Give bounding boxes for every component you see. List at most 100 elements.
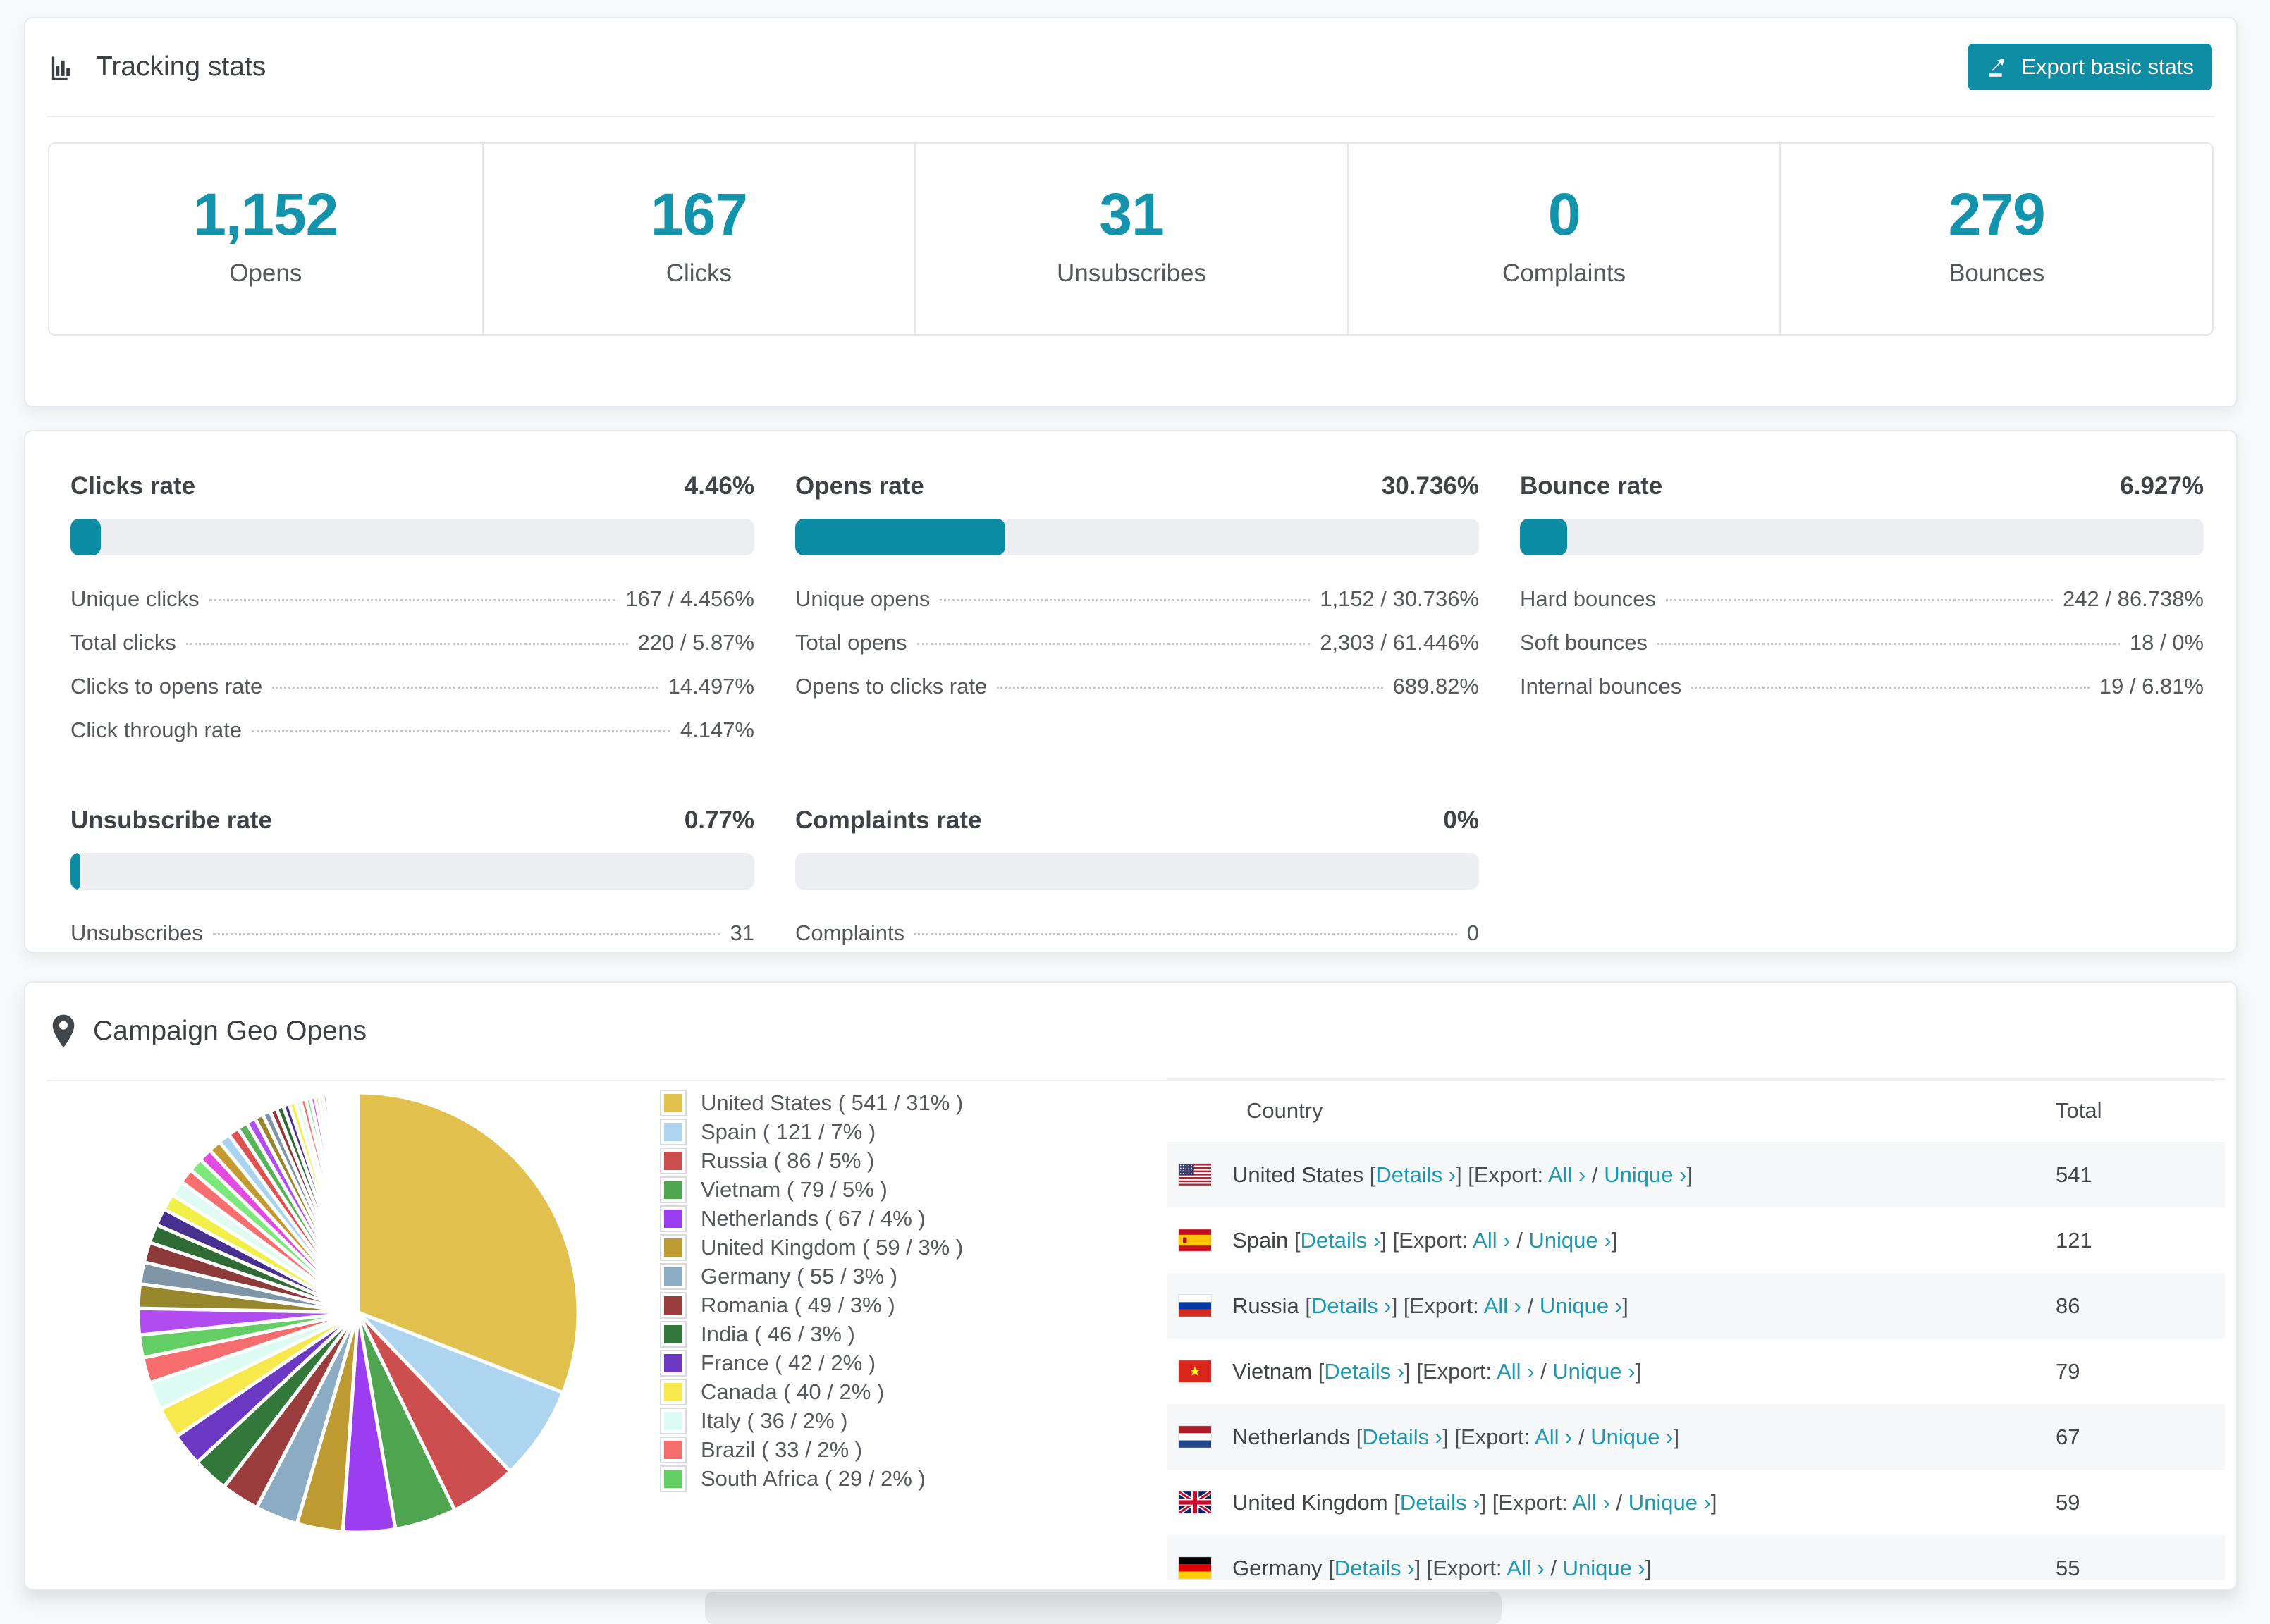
export-unique-link[interactable]: Unique › <box>1528 1228 1611 1253</box>
rates-grid: Clicks rate 4.46% Unique clicks 167 / 4.456… <box>25 431 2236 992</box>
export-all-link[interactable]: All › <box>1473 1228 1510 1253</box>
rate-progress-track <box>70 519 754 555</box>
legend-swatch <box>660 1089 687 1116</box>
rate-row-value: 1,152 / 30.736% <box>1320 586 1479 611</box>
details-link[interactable]: Details › <box>1400 1490 1480 1515</box>
rate-row-value: 4.147% <box>680 718 754 742</box>
export-unique-link[interactable]: Unique › <box>1563 1556 1645 1580</box>
bracket: ] [Export: <box>1380 1227 1473 1253</box>
rate-detail-rows: Unique opens 1,152 / 30.736% Total opens 2,… <box>795 586 1479 699</box>
country-total: 86 <box>2056 1293 2080 1318</box>
map-pin-icon <box>49 1013 78 1050</box>
country-name: Russia <box>1232 1293 1306 1318</box>
rate-detail-row: Hard bounces 242 / 86.738% <box>1520 586 2204 612</box>
export-all-link[interactable]: All › <box>1497 1359 1534 1384</box>
legend-label: Italy ( 36 / 2% ) <box>701 1408 848 1433</box>
legend-swatch <box>660 1349 687 1377</box>
legend-item: United Kingdom ( 59 / 3% ) <box>660 1233 963 1262</box>
export-all-link[interactable]: All › <box>1572 1490 1609 1515</box>
stats-grid: 1,152 Opens 167 Clicks 31 Unsubscribes 0 Compla… <box>48 142 2214 336</box>
stat-value: 279 <box>1948 181 2046 247</box>
bracket: / <box>1572 1424 1591 1449</box>
rate-detail-row: Total opens 2,303 / 61.446% <box>795 630 1479 656</box>
rate-row-label: Opens to clicks rate <box>795 674 988 699</box>
rate-progress-track <box>70 853 754 890</box>
details-link[interactable]: Details › <box>1335 1556 1415 1580</box>
rate-row-label: Unique opens <box>795 586 931 611</box>
column-header-country: Country <box>1246 1098 1323 1123</box>
rate-card-1: Clicks rate 4.46% Unique clicks 167 / 4.456… <box>70 472 754 761</box>
country-links: [Details ›] [Export: All › / Unique ›] <box>1370 1162 1693 1188</box>
legend-swatch <box>660 1465 687 1492</box>
bracket: ] [Export: <box>1456 1162 1548 1187</box>
export-button-label: Export basic stats <box>2021 54 2194 79</box>
rate-row-label: Total clicks <box>70 630 176 655</box>
rate-card-3: Bounce rate 6.927% Hard bounces 242 / 86.73… <box>1520 472 2204 761</box>
rate-detail-row: Clicks to opens rate 14.497% <box>70 674 754 699</box>
rate-row-value: 0 <box>1466 921 1479 945</box>
geo-header: Campaign Geo Opens <box>25 983 2236 1080</box>
details-link[interactable]: Details › <box>1301 1228 1381 1253</box>
country-total: 121 <box>2056 1227 2092 1253</box>
export-all-link[interactable]: All › <box>1535 1425 1572 1449</box>
rate-row-label: Hard bounces <box>1520 586 1657 611</box>
rate-detail-row: Total clicks 220 / 5.87% <box>70 630 754 656</box>
details-link[interactable]: Details › <box>1311 1293 1392 1318</box>
stat-cell-unsubscribes: 31 Unsubscribes <box>914 144 1347 334</box>
details-link[interactable]: Details › <box>1375 1162 1456 1187</box>
rate-row-label: Clicks to opens rate <box>70 674 263 699</box>
country-total: 79 <box>2056 1358 2080 1384</box>
geo-opens-pie-chart <box>136 1090 580 1534</box>
bracket: ] <box>1645 1555 1652 1580</box>
legend-swatch <box>660 1118 687 1145</box>
table-row-vn: Vietnam [Details ›] [Export: All › / Uni… <box>1167 1339 2225 1404</box>
legend-item: France ( 42 / 2% ) <box>660 1348 963 1377</box>
horizontal-scrollbar-thumb[interactable] <box>705 1592 1502 1624</box>
legend-item: United States ( 541 / 31% ) <box>660 1088 963 1117</box>
export-basic-stats-button[interactable]: Export basic stats <box>1968 44 2212 90</box>
rate-row-label: Complaints <box>795 921 905 945</box>
export-unique-link[interactable]: Unique › <box>1628 1490 1711 1515</box>
table-row-nl: Netherlands [Details ›] [Export: All › /… <box>1167 1404 2225 1470</box>
stat-cell-complaints: 0 Complaints <box>1346 144 1780 334</box>
legend-item: India ( 46 / 3% ) <box>660 1320 963 1348</box>
dotted-leader <box>1691 687 2090 689</box>
dotted-leader <box>940 599 1311 601</box>
bracket: ] [Export: <box>1391 1293 1484 1318</box>
rate-card-5: Complaints rate 0% Complaints 0 <box>795 806 1479 964</box>
bracket: ] <box>1635 1358 1642 1384</box>
export-all-link[interactable]: All › <box>1484 1293 1521 1318</box>
export-all-link[interactable]: All › <box>1507 1556 1544 1580</box>
country-links: [Details ›] [Export: All › / Unique ›] <box>1318 1359 1641 1384</box>
rate-progress-fill <box>70 519 102 555</box>
dotted-leader <box>251 730 670 732</box>
rate-progress-fill <box>795 519 1006 555</box>
export-unique-link[interactable]: Unique › <box>1540 1293 1622 1318</box>
tracking-stats-header: Tracking stats Export basic stats <box>25 18 2236 116</box>
bracket: ] [Export: <box>1480 1489 1573 1515</box>
table-row-us: United States [Details ›] [Export: All ›… <box>1167 1142 2225 1207</box>
legend-label: Netherlands ( 67 / 4% ) <box>701 1205 926 1231</box>
legend-label: Spain ( 121 / 7% ) <box>701 1119 876 1144</box>
country-name: Vietnam <box>1232 1358 1318 1384</box>
bracket: / <box>1544 1555 1563 1580</box>
rate-detail-rows: Unique clicks 167 / 4.456% Total clicks 220… <box>70 586 754 743</box>
bracket: ] <box>1622 1293 1628 1318</box>
export-all-link[interactable]: All › <box>1548 1162 1585 1187</box>
country-links: [Details ›] [Export: All › / Unique ›] <box>1305 1293 1628 1319</box>
details-link[interactable]: Details › <box>1362 1425 1442 1449</box>
rates-card: Clicks rate 4.46% Unique clicks 167 / 4.456… <box>24 430 2238 953</box>
export-unique-link[interactable]: Unique › <box>1590 1425 1673 1449</box>
rate-value: 30.736% <box>1381 472 1479 500</box>
country-links: [Details ›] [Export: All › / Unique ›] <box>1328 1556 1651 1581</box>
flag-icon-gb <box>1179 1491 1211 1513</box>
rate-row-label: Total opens <box>795 630 907 655</box>
bracket: [ <box>1294 1227 1301 1253</box>
export-unique-link[interactable]: Unique › <box>1604 1162 1686 1187</box>
rate-detail-rows: Complaints 0 <box>795 921 1479 946</box>
details-link[interactable]: Details › <box>1324 1359 1404 1384</box>
rate-value: 0% <box>1443 806 1479 834</box>
export-unique-link[interactable]: Unique › <box>1552 1359 1635 1384</box>
rate-row-value: 242 / 86.738% <box>2063 586 2204 611</box>
rate-row-label: Unique clicks <box>70 586 200 611</box>
